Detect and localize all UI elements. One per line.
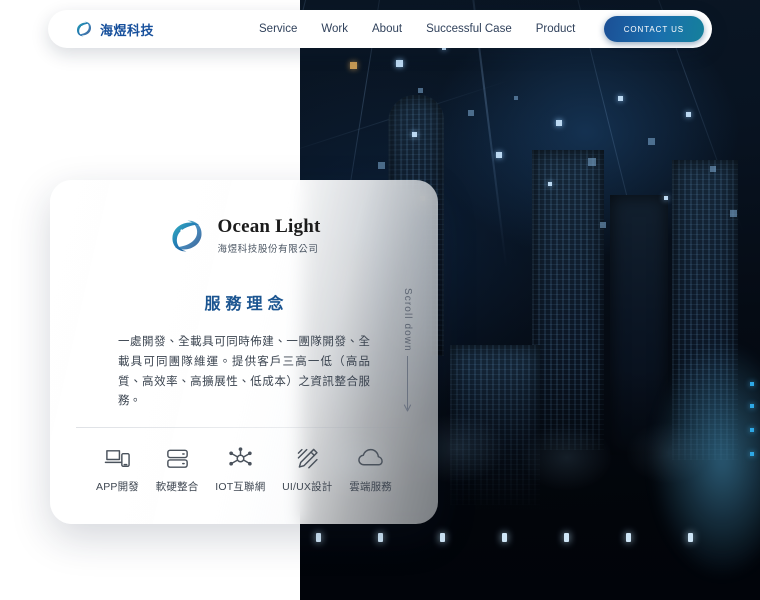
section-title: 服務理念 xyxy=(204,296,289,313)
nav-item-successful-case[interactable]: Successful Case xyxy=(426,23,512,35)
ocean-light-swirl-icon xyxy=(172,220,203,252)
main-nav: Service Work About Successful Case Produ… xyxy=(259,23,575,35)
service-item-hardware-software-integration[interactable]: 軟硬整合 xyxy=(156,445,199,494)
service-philosophy-card: Ocean Light 海煜科技股份有限公司 服務理念 一處開發、全載具可同時佈… xyxy=(50,180,438,524)
laptop-phone-icon xyxy=(104,450,130,467)
brand-logo-link[interactable]: 海煜科技 xyxy=(74,19,154,39)
down-arrow-icon xyxy=(403,355,412,412)
service-label: 軟硬整合 xyxy=(155,481,199,493)
service-philosophy-text: 一處開發、全載具可同時佈建、一團隊開發、全載具可同團隊維運。提供客戶三高一低（高… xyxy=(118,336,370,408)
service-label: IOT互聯網 xyxy=(215,481,266,493)
service-item-iot[interactable]: IOT互聯網 xyxy=(215,445,265,494)
card-logo: Ocean Light 海煜科技股份有限公司 xyxy=(167,216,320,256)
scroll-down-label: Scroll down xyxy=(402,288,413,352)
contact-us-button[interactable]: CONTACT US xyxy=(603,16,704,42)
page-root: 海煜科技 Service Work About Successful Case … xyxy=(0,0,760,600)
ocean-light-swirl-icon xyxy=(76,21,92,37)
service-icon-list: APP開發 軟硬整合 IOT互聯網 UI/UX設計 雲端服務 xyxy=(72,445,416,494)
nav-item-product[interactable]: Product xyxy=(536,23,576,35)
service-item-app-development[interactable]: APP開發 xyxy=(96,445,139,494)
company-name-en: Ocean Light xyxy=(217,216,321,238)
cloud-icon xyxy=(358,448,383,466)
brand-name: 海煜科技 xyxy=(100,22,155,38)
top-navigation-bar: 海煜科技 Service Work About Successful Case … xyxy=(48,10,712,48)
card-divider xyxy=(76,427,412,428)
service-label: 雲端服務 xyxy=(349,481,392,493)
building-glow xyxy=(650,340,760,580)
nav-item-about[interactable]: About xyxy=(372,23,402,35)
nav-item-work[interactable]: Work xyxy=(321,23,348,35)
network-nodes-icon xyxy=(229,447,252,466)
server-stack-icon xyxy=(166,449,188,468)
service-item-ui-ux-design[interactable]: UI/UX設計 xyxy=(282,445,332,494)
company-name-zh: 海煜科技股份有限公司 xyxy=(217,243,319,255)
pencil-design-icon xyxy=(297,448,318,469)
service-label: UI/UX設計 xyxy=(282,481,333,493)
service-label: APP開發 xyxy=(96,481,140,493)
scroll-down-indicator[interactable]: Scroll down xyxy=(402,288,413,414)
service-item-cloud-service[interactable]: 雲端服務 xyxy=(349,445,392,494)
nav-item-service[interactable]: Service xyxy=(259,23,297,35)
